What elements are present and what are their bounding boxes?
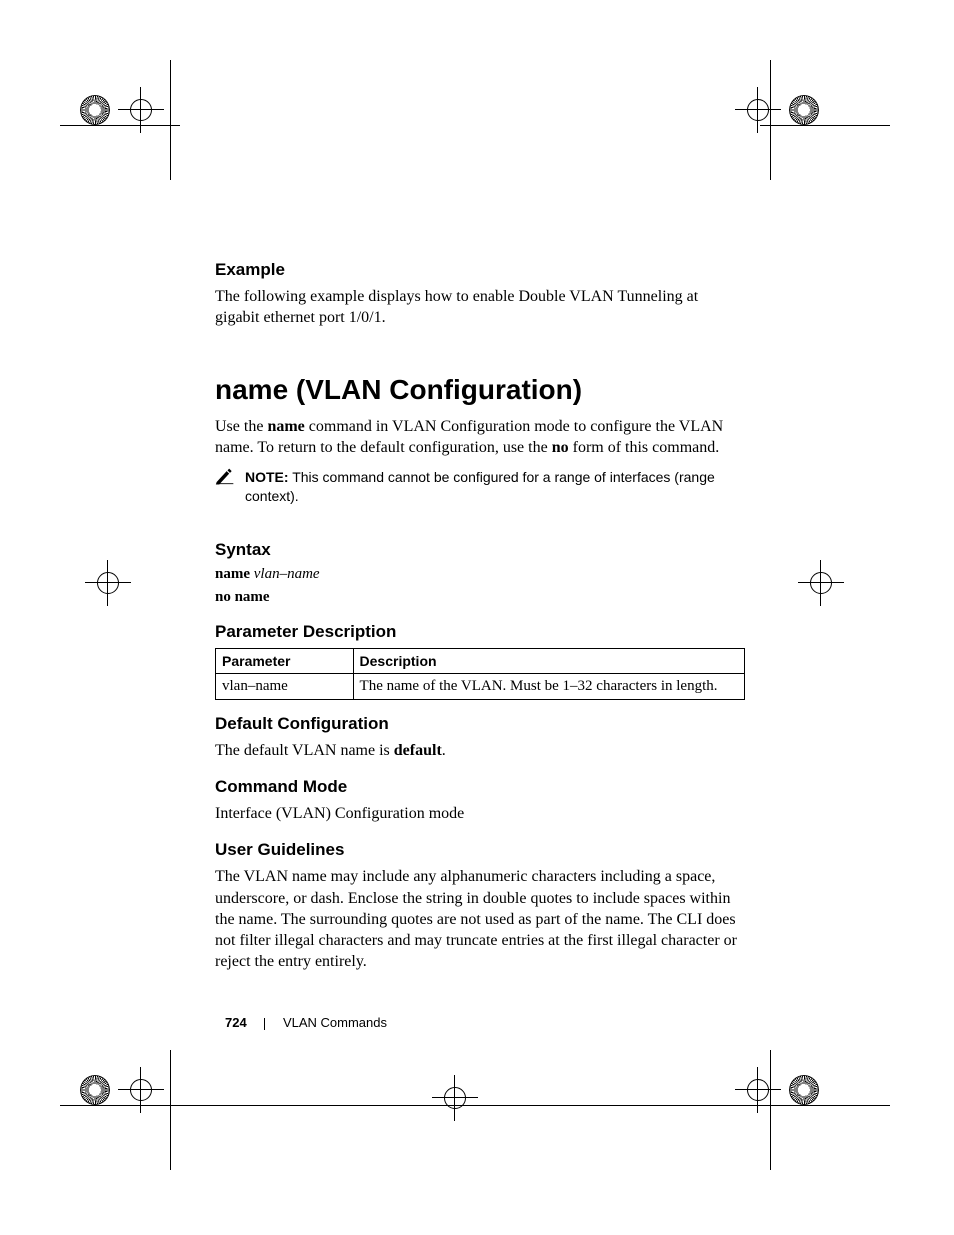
crop-rule: [170, 1050, 171, 1170]
content-area: Example The following example displays h…: [215, 260, 745, 982]
keyword-name: name: [267, 418, 304, 435]
syntax-line-2: no name: [215, 589, 745, 606]
compass-icon: [789, 1075, 819, 1105]
table-row: vlan–name The name of the VLAN. Must be …: [216, 674, 745, 700]
table-header-parameter: Parameter: [216, 649, 354, 674]
keyword-no: no: [552, 439, 569, 456]
note-text: NOTE: This command cannot be configured …: [245, 468, 745, 506]
crop-rule: [60, 1105, 890, 1106]
crop-rule: [770, 60, 771, 180]
note-body: This command cannot be configured for a …: [245, 469, 715, 504]
footer-section: VLAN Commands: [283, 1015, 387, 1030]
command-intro: Use the name command in VLAN Configurati…: [215, 416, 745, 458]
reg-mark-top-left: [80, 95, 154, 125]
syntax-arg: vlan–name: [250, 566, 320, 582]
reg-mark-bottom-right: [745, 1075, 819, 1105]
crop-rule: [760, 125, 890, 126]
table-header-row: Parameter Description: [216, 649, 745, 674]
table-header-description: Description: [353, 649, 744, 674]
compass-icon: [80, 95, 110, 125]
crosshair-icon: [808, 570, 834, 596]
note-label: NOTE:: [245, 469, 289, 485]
crop-rule: [60, 125, 180, 126]
heading-user-guidelines: User Guidelines: [215, 840, 745, 860]
note-icon: [215, 468, 235, 486]
text: form of this command.: [569, 439, 720, 456]
crosshair-icon: [442, 1085, 468, 1111]
page-footer: 724 VLAN Commands: [225, 1015, 387, 1030]
crop-rule: [770, 1050, 771, 1170]
text: Use the: [215, 418, 267, 435]
heading-example: Example: [215, 260, 745, 280]
page-number: 724: [225, 1015, 247, 1030]
crosshair-icon: [128, 97, 154, 123]
heading-parameter-description: Parameter Description: [215, 622, 745, 642]
text: .: [442, 742, 446, 759]
reg-mark-left-mid: [95, 570, 121, 596]
compass-icon: [80, 1075, 110, 1105]
table-cell-description: The name of the VLAN. Must be 1–32 chara…: [353, 674, 744, 700]
syntax-keyword: name: [215, 566, 250, 582]
reg-mark-right-mid: [808, 570, 834, 596]
crosshair-icon: [745, 1077, 771, 1103]
example-body: The following example displays how to en…: [215, 286, 745, 328]
reg-mark-bottom-center: [442, 1085, 468, 1111]
syntax-line-1: name vlan–name: [215, 566, 745, 583]
heading-default-configuration: Default Configuration: [215, 714, 745, 734]
heading-syntax: Syntax: [215, 540, 745, 560]
compass-icon: [789, 95, 819, 125]
default-value: default: [394, 742, 442, 759]
command-mode-body: Interface (VLAN) Configuration mode: [215, 803, 745, 824]
crosshair-icon: [128, 1077, 154, 1103]
page: Example The following example displays h…: [0, 0, 954, 1235]
reg-mark-top-right: [745, 95, 819, 125]
footer-separator: [264, 1018, 265, 1030]
user-guidelines-body: The VLAN name may include any alphanumer…: [215, 866, 745, 972]
crop-rule: [170, 60, 171, 180]
crosshair-icon: [745, 97, 771, 123]
heading-command-mode: Command Mode: [215, 777, 745, 797]
table-cell-parameter: vlan–name: [216, 674, 354, 700]
text: The default VLAN name is: [215, 742, 394, 759]
note-block: NOTE: This command cannot be configured …: [215, 468, 745, 506]
reg-mark-bottom-left: [80, 1075, 154, 1105]
heading-command-title: name (VLAN Configuration): [215, 374, 745, 406]
parameter-table: Parameter Description vlan–name The name…: [215, 648, 745, 700]
default-config-body: The default VLAN name is default.: [215, 740, 745, 761]
crosshair-icon: [95, 570, 121, 596]
